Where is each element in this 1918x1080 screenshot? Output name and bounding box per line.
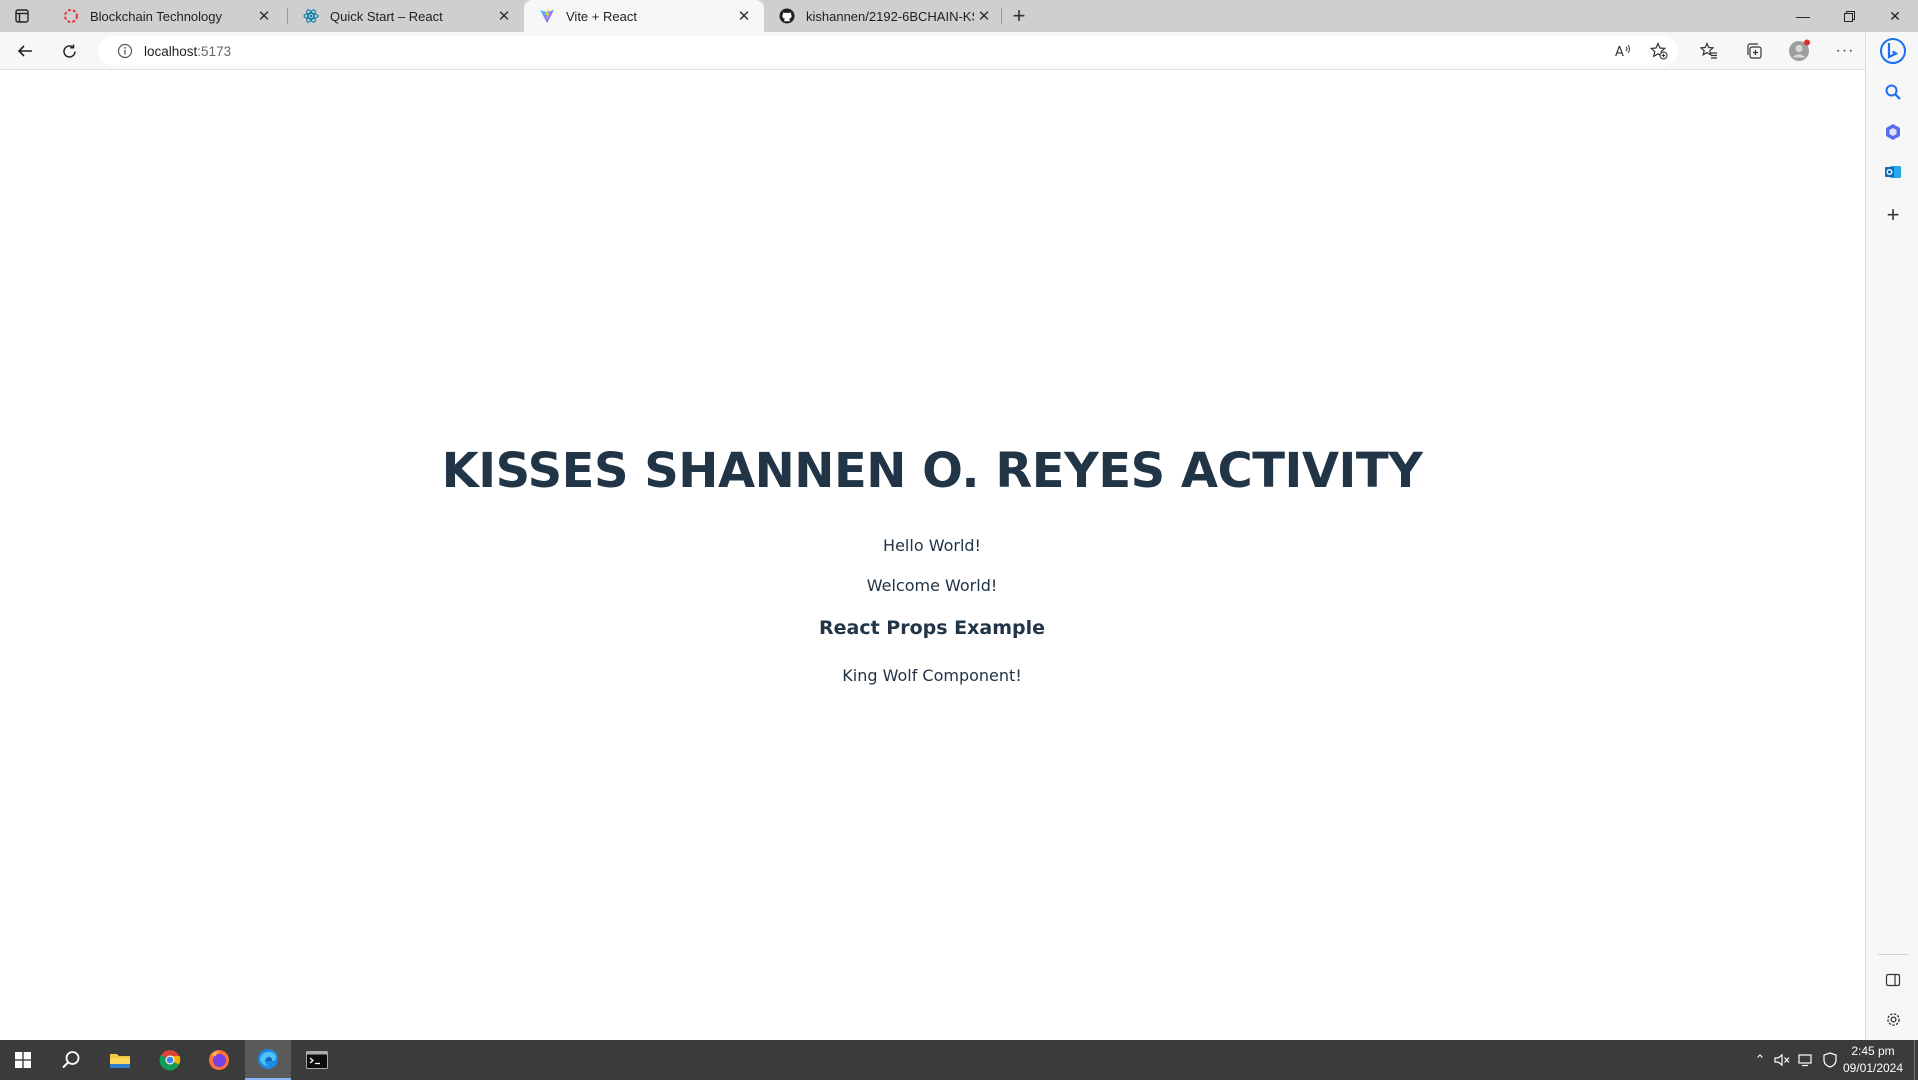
close-icon: ✕	[1889, 7, 1901, 24]
tab-strip: Blockchain Technology ✕ Quick Start – Re…	[0, 0, 1918, 32]
edge-icon	[258, 1049, 278, 1069]
speaker-muted-icon[interactable]	[1772, 1050, 1792, 1070]
url-host: localhost	[144, 43, 198, 59]
sidebar-add-button[interactable]: +	[1878, 200, 1908, 230]
close-tab-icon[interactable]: ✕	[254, 6, 274, 26]
vite-logo-icon	[538, 7, 556, 25]
tab-vite-react[interactable]: Vite + React ✕	[524, 0, 764, 32]
terminal-icon	[306, 1051, 328, 1069]
start-button[interactable]	[0, 1040, 46, 1080]
network-icon[interactable]	[1796, 1050, 1816, 1070]
close-tab-icon[interactable]: ✕	[494, 6, 514, 26]
minimize-icon: —	[1796, 8, 1810, 24]
collections-button[interactable]	[1739, 37, 1769, 65]
restore-button[interactable]	[1826, 0, 1872, 32]
read-aloud-button[interactable]: A	[1608, 36, 1638, 66]
welcome-text: Welcome World!	[866, 576, 998, 595]
restore-icon	[1843, 10, 1855, 22]
read-aloud-icon: A	[1615, 44, 1630, 59]
minimize-button[interactable]: —	[1780, 0, 1826, 32]
props-example-heading: React Props Example	[818, 617, 1046, 639]
add-favorite-button[interactable]	[1644, 36, 1674, 66]
plus-icon: +	[1886, 202, 1900, 227]
sidebar-office-button[interactable]	[1878, 117, 1908, 147]
close-window-button[interactable]: ✕	[1872, 0, 1918, 32]
settings-more-button[interactable]: ···	[1830, 37, 1860, 65]
hide-sidebar-button[interactable]	[1878, 965, 1908, 995]
taskbar-edge[interactable]	[245, 1040, 291, 1080]
browser-toolbar: localhost:5173 A ···	[0, 32, 1865, 70]
show-hidden-icons-chevron-icon[interactable]: ⌃	[1750, 1050, 1770, 1070]
tab-quick-start-react[interactable]: Quick Start – React ✕	[288, 0, 524, 32]
clock-date: 09/01/2024	[1842, 1061, 1904, 1075]
url-text: localhost:5173	[144, 44, 231, 59]
plus-icon: +	[1012, 3, 1026, 28]
refresh-icon	[62, 44, 76, 58]
page-heading: KISSES SHANNEN O. REYES ACTIVITY	[441, 443, 1423, 499]
profile-button[interactable]	[1784, 37, 1814, 65]
firefox-icon	[209, 1050, 229, 1070]
github-icon	[778, 7, 796, 25]
web-page-viewport: KISSES SHANNEN O. REYES ACTIVITY Hello W…	[0, 71, 1864, 1040]
sidebar-toggle-icon	[1885, 973, 1901, 987]
more-icon: ···	[1835, 42, 1855, 59]
chrome-icon	[159, 1050, 181, 1071]
svg-text:A: A	[1615, 45, 1624, 59]
copilot-button[interactable]	[1878, 36, 1908, 66]
tab-github-repo[interactable]: kishannen/2192-6BCHAIN-KSOR ✕	[764, 0, 1004, 32]
tab-title: Blockchain Technology	[90, 8, 223, 24]
favorites-button[interactable]	[1694, 37, 1724, 65]
profile-avatar-icon	[1789, 39, 1810, 61]
tab-separator	[1001, 8, 1002, 24]
close-tab-icon[interactable]: ✕	[734, 6, 754, 26]
tab-blockchain-technology[interactable]: Blockchain Technology ✕	[48, 0, 284, 32]
bing-copilot-icon	[1880, 38, 1906, 64]
circle-dashed-icon	[62, 7, 80, 25]
url-port: :5173	[197, 43, 232, 59]
taskbar-file-explorer[interactable]	[97, 1040, 143, 1080]
react-atom-icon	[302, 7, 320, 25]
windows-taskbar: ⌃ 2:45 pm 09/01/2024	[0, 1040, 1918, 1080]
hello-text: Hello World!	[883, 536, 981, 555]
search-icon	[62, 1051, 80, 1069]
gear-icon	[1886, 1012, 1900, 1026]
show-desktop-button[interactable]	[1914, 1040, 1915, 1080]
windows-logo-icon	[15, 1052, 31, 1068]
tab-title: Vite + React	[566, 8, 637, 24]
tab-actions-button[interactable]	[8, 4, 36, 28]
tab-title: Quick Start – React	[330, 8, 443, 24]
sidebar-settings-button[interactable]	[1878, 1004, 1908, 1034]
tab-actions-icon	[15, 9, 29, 23]
collections-icon	[1747, 43, 1762, 59]
taskbar-chrome[interactable]	[147, 1040, 193, 1080]
close-tab-icon[interactable]: ✕	[974, 6, 994, 26]
office-icon	[1886, 124, 1900, 140]
favorites-icon	[1700, 42, 1717, 59]
new-tab-button[interactable]: +	[1006, 3, 1032, 29]
refresh-button[interactable]	[54, 37, 84, 65]
sidebar-outlook-button[interactable]	[1878, 157, 1908, 187]
taskbar-search-button[interactable]	[48, 1040, 94, 1080]
sidebar-divider	[1878, 954, 1908, 955]
taskbar-terminal[interactable]	[294, 1040, 340, 1080]
taskbar-firefox[interactable]	[196, 1040, 242, 1080]
back-arrow-icon	[17, 45, 32, 57]
search-icon	[1885, 84, 1901, 100]
tab-title: kishannen/2192-6BCHAIN-KSOR	[806, 8, 974, 24]
taskbar-clock[interactable]: 2:45 pm 09/01/2024	[1832, 1043, 1914, 1077]
clock-time: 2:45 pm	[1851, 1044, 1895, 1058]
component-text: King Wolf Component!	[842, 666, 1022, 685]
address-bar[interactable]: localhost:5173	[98, 36, 1678, 66]
back-button[interactable]	[10, 37, 40, 65]
sidebar-search-button[interactable]	[1878, 77, 1908, 107]
star-add-icon	[1650, 42, 1668, 60]
site-info-icon[interactable]	[110, 36, 140, 66]
edge-sidebar: +	[1865, 32, 1918, 1040]
outlook-icon	[1885, 166, 1901, 178]
folder-icon	[110, 1054, 130, 1068]
